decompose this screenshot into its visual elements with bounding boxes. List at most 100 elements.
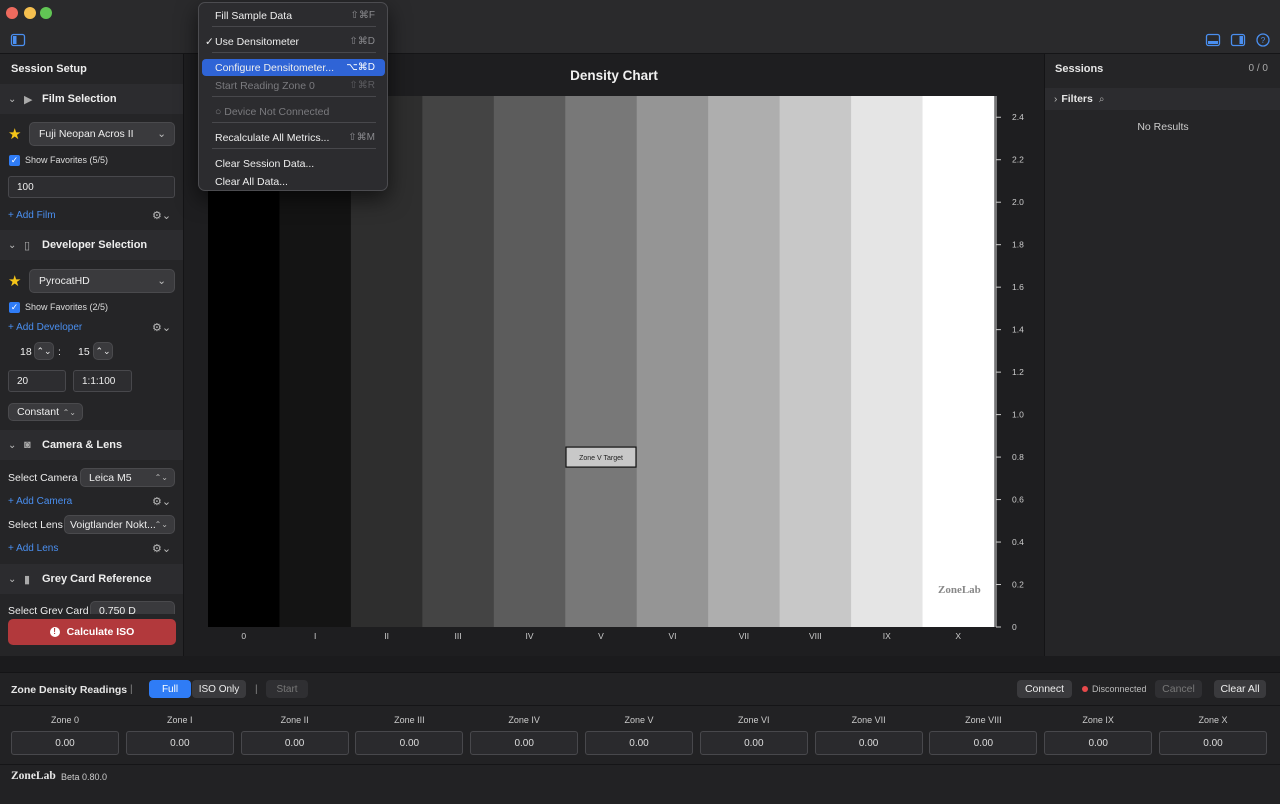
film-selection-header[interactable]: ⌄ ▶ Film Selection — [0, 84, 183, 114]
menu-item-label: Use Densitometer — [215, 35, 300, 48]
zone-label: Zone X — [1198, 715, 1228, 725]
search-icon[interactable]: ⌕ — [1099, 94, 1105, 105]
seconds-stepper[interactable]: ⌃⌄ — [93, 342, 113, 360]
camera-select-value: Leica M5 — [89, 471, 132, 484]
panel-divider[interactable] — [0, 656, 1280, 672]
favorite-star-icon[interactable]: ★ — [8, 272, 21, 290]
calculate-iso-button[interactable]: ! Calculate ISO — [8, 619, 176, 645]
zone-bar-IV — [493, 96, 566, 627]
zone-bar-VII — [708, 96, 781, 627]
zone-label: Zone III — [394, 715, 425, 725]
x-tick-label: VI — [668, 631, 676, 641]
chevron-down-icon: ⌄ — [157, 128, 166, 140]
dilution-field[interactable]: 1:1:100 — [73, 370, 132, 392]
minutes-stepper[interactable]: ⌃⌄ — [34, 342, 54, 360]
dev-time-minutes: 18 — [20, 346, 32, 358]
add-camera-button[interactable]: + Add Camera — [8, 496, 72, 507]
zone-density-input[interactable]: 0.00 — [929, 731, 1038, 755]
zone-bar-III — [422, 96, 495, 627]
time-separator: : — [58, 346, 61, 358]
grey-card-header[interactable]: ⌄ ▮ Grey Card Reference — [0, 564, 183, 594]
developer-selection-header[interactable]: ⌄ ▯ Developer Selection — [0, 230, 183, 260]
updown-chevron-icon: ⌃⌄ — [154, 520, 168, 529]
cancel-button[interactable]: Cancel — [1155, 680, 1202, 698]
select-lens-label: Select Lens — [8, 519, 63, 531]
x-tick-label: IV — [526, 631, 534, 641]
densitometer-menu: Fill Sample Data ⇧⌘F ✓ Use Densitometer ⇧⌘D C… — [198, 2, 388, 191]
film-gear-icon[interactable]: ⚙⌄ — [152, 209, 171, 222]
zone-density-input[interactable]: 0.00 — [1159, 731, 1267, 755]
x-tick-label: III — [455, 631, 462, 641]
minimize-window-button[interactable] — [24, 7, 36, 19]
zone-density-input[interactable]: 0.00 — [355, 731, 464, 755]
camera-select[interactable]: Leica M5 ⌃⌄ — [80, 468, 175, 487]
temperature-field[interactable]: 20 — [8, 370, 66, 392]
updown-chevron-icon: ⌃⌄ — [154, 473, 168, 482]
zone-density-input[interactable]: 0.00 — [585, 731, 693, 755]
zone-density-input[interactable]: 0.00 — [1044, 731, 1153, 755]
menu-item-label: Configure Densitometer... — [215, 61, 335, 74]
dev-time-seconds: 15 — [78, 346, 90, 358]
menu-item-label: ○ Device Not Connected — [215, 105, 330, 118]
menu-shortcut: ⇧⌘M — [348, 132, 375, 143]
zone-density-input[interactable]: 0.00 — [11, 731, 119, 755]
mode-iso-only-tab[interactable]: ISO Only — [192, 680, 246, 698]
zoom-window-button[interactable] — [40, 7, 52, 19]
menu-separator — [212, 96, 376, 97]
readings-separator — [0, 705, 1280, 706]
menu-item[interactable]: Fill Sample Data ⇧⌘F — [202, 7, 385, 24]
favorite-star-icon[interactable]: ★ — [8, 125, 21, 143]
sidebar-toggle-icon[interactable] — [10, 32, 26, 48]
sidebar-title: Session Setup — [11, 63, 87, 75]
zone-density-input[interactable]: 0.00 — [814, 731, 923, 755]
film-select-value: Fuji Neopan Acros II — [39, 128, 134, 140]
menu-item[interactable]: Recalculate All Metrics... ⇧⌘M — [202, 129, 385, 146]
menu-item-label: Clear All Data... — [215, 175, 288, 188]
zone-label: Zone I — [167, 715, 193, 725]
zone-label: Zone 0 — [50, 715, 80, 725]
lens-gear-icon[interactable]: ⚙⌄ — [152, 542, 171, 555]
agitation-select[interactable]: Constant ⌃⌄ — [8, 403, 83, 421]
grey-card-icon: ▮ — [24, 573, 31, 586]
show-favorites-film-checkbox[interactable]: ✓ — [9, 155, 20, 166]
film-select[interactable]: Fuji Neopan Acros II ⌄ — [29, 122, 175, 146]
y-tick-label: 1.6 — [1012, 282, 1024, 292]
help-icon[interactable]: ? — [1255, 32, 1271, 48]
zone-density-input[interactable]: 0.00 — [470, 731, 579, 755]
zone-label: Zone VI — [738, 715, 770, 725]
add-developer-button[interactable]: + Add Developer — [8, 322, 82, 333]
connect-button[interactable]: Connect — [1017, 680, 1072, 698]
add-lens-button[interactable]: + Add Lens — [8, 543, 58, 554]
menu-item[interactable]: Clear All Data... — [202, 173, 385, 190]
start-button[interactable]: Start — [266, 680, 308, 698]
bottom-panel-toggle-icon[interactable] — [1205, 32, 1221, 48]
calculate-iso-label: Calculate ISO — [66, 626, 135, 638]
mode-full-tab[interactable]: Full — [149, 680, 191, 698]
show-favorites-developer-checkbox[interactable]: ✓ — [9, 302, 20, 313]
iso-field[interactable]: 100 — [8, 176, 175, 198]
filters-header[interactable]: › Filters ⌕ — [1045, 88, 1280, 110]
add-film-button[interactable]: + Add Film — [8, 210, 56, 221]
clear-all-button[interactable]: Clear All — [1214, 680, 1266, 698]
x-tick-label: VIII — [809, 631, 822, 641]
zone-density-input[interactable]: 0.00 — [699, 731, 808, 755]
y-tick-label: 0.4 — [1012, 537, 1024, 547]
zone-density-input[interactable]: 0.00 — [240, 731, 349, 755]
y-tick-label: 1.2 — [1012, 367, 1024, 377]
camera-lens-header[interactable]: ⌄ ◙ Camera & Lens — [0, 430, 183, 460]
menu-item[interactable]: ✓ Use Densitometer ⇧⌘D — [202, 33, 385, 50]
chevron-down-icon: ⌄ — [8, 573, 17, 585]
close-window-button[interactable] — [6, 7, 18, 19]
y-tick-label: 2.4 — [1012, 112, 1024, 122]
menu-item[interactable]: Clear Session Data... — [202, 155, 385, 172]
inspector-toggle-icon[interactable] — [1230, 32, 1246, 48]
camera-gear-icon[interactable]: ⚙⌄ — [152, 495, 171, 508]
zone-density-input[interactable]: 0.00 — [125, 731, 234, 755]
lens-select[interactable]: Voigtlander Nokt... ⌃⌄ — [64, 515, 175, 534]
no-results-text: No Results — [1137, 121, 1189, 133]
developer-select[interactable]: PyrocatHD ⌄ — [29, 269, 175, 293]
connection-status: Disconnected — [1092, 684, 1147, 694]
zone-v-target-label: Zone V Target — [579, 455, 623, 462]
menu-item[interactable]: Configure Densitometer... ⌥⌘D — [202, 59, 385, 76]
developer-gear-icon[interactable]: ⚙⌄ — [152, 321, 171, 334]
